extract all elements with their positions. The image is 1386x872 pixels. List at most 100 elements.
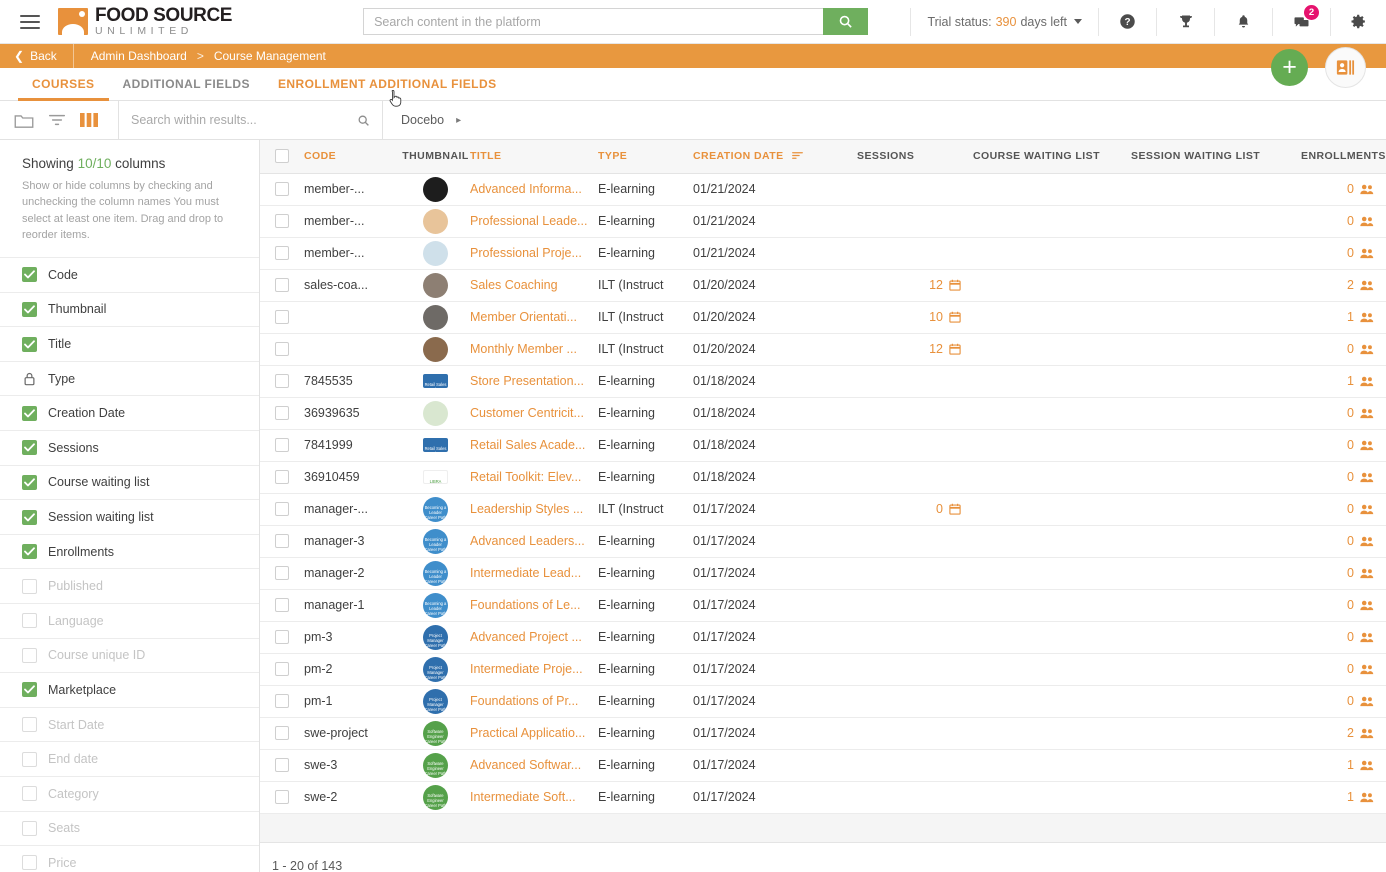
row-checkbox[interactable] xyxy=(275,790,289,805)
header-title[interactable]: TITLE xyxy=(470,140,598,174)
enrollments-value[interactable]: 2 xyxy=(1301,278,1374,292)
table-row[interactable]: 36910459 LIBRA Retail Toolkit: Elev... E-le… xyxy=(260,461,1386,494)
folder-breadcrumb[interactable]: Docebo ▸ xyxy=(383,113,461,127)
enrollments-value[interactable]: 0 xyxy=(1301,342,1374,356)
enrollments-value[interactable]: 0 xyxy=(1301,598,1374,612)
course-title-link[interactable]: Intermediate Proje... xyxy=(470,662,598,676)
course-card-view-button[interactable] xyxy=(1325,47,1366,88)
row-checkbox[interactable] xyxy=(275,342,289,357)
global-search-button[interactable] xyxy=(823,8,869,35)
course-title-link[interactable]: Practical Applicatio... xyxy=(470,726,598,740)
row-checkbox[interactable] xyxy=(275,758,289,773)
table-row[interactable]: Member Orientati... ILT (Instruct 01/20/20… xyxy=(260,301,1386,334)
table-row[interactable]: sales-coa... Sales Coaching ILT (Instruct 0… xyxy=(260,269,1386,302)
course-title-link[interactable]: Advanced Leaders... xyxy=(470,534,598,548)
enrollments-value[interactable]: 0 xyxy=(1301,502,1374,516)
row-checkbox[interactable] xyxy=(275,374,289,389)
breadcrumb-item-course-management[interactable]: Course Management xyxy=(214,49,326,63)
menu-toggle-icon[interactable] xyxy=(8,14,52,29)
course-title-link[interactable]: Advanced Softwar... xyxy=(470,758,598,772)
row-checkbox[interactable] xyxy=(275,726,289,741)
add-course-button[interactable]: + xyxy=(1271,49,1308,86)
column-toggle-title[interactable]: Title xyxy=(0,327,259,362)
filter-button[interactable] xyxy=(48,112,66,128)
enrollments-value[interactable]: 0 xyxy=(1301,214,1374,228)
table-row[interactable]: 36939635 Customer Centricit... E-learning 0… xyxy=(260,397,1386,430)
course-title-link[interactable]: Professional Leade... xyxy=(470,214,598,228)
column-toggle-course-waiting-list[interactable]: Course waiting list xyxy=(0,466,259,501)
header-code[interactable]: CODE xyxy=(304,140,401,174)
row-checkbox[interactable] xyxy=(275,214,289,229)
row-checkbox[interactable] xyxy=(275,310,289,325)
column-toggle-course-unique-id[interactable]: Course unique ID xyxy=(0,639,259,674)
enrollments-value[interactable]: 1 xyxy=(1301,310,1374,324)
sessions-value[interactable]: 12 xyxy=(857,342,961,356)
row-checkbox[interactable] xyxy=(275,406,289,421)
enrollments-value[interactable]: 0 xyxy=(1301,662,1374,676)
table-row[interactable]: pm-1 Project Manager Career Path Foundatio… xyxy=(260,685,1386,718)
enrollments-value[interactable]: 2 xyxy=(1301,726,1374,740)
row-checkbox[interactable] xyxy=(275,630,289,645)
column-toggle-seats[interactable]: Seats xyxy=(0,812,259,847)
course-title-link[interactable]: Professional Proje... xyxy=(470,246,598,260)
header-creation-date[interactable]: CREATION DATE xyxy=(693,140,857,174)
column-toggle-marketplace[interactable]: Marketplace xyxy=(0,673,259,708)
breadcrumb-item-admin-dashboard[interactable]: Admin Dashboard xyxy=(91,49,187,63)
enrollments-value[interactable]: 0 xyxy=(1301,534,1374,548)
back-button[interactable]: ❮ Back xyxy=(0,44,74,68)
column-toggle-end-date[interactable]: End date xyxy=(0,742,259,777)
enrollments-value[interactable]: 0 xyxy=(1301,470,1374,484)
folder-button[interactable] xyxy=(14,112,34,129)
enrollments-value[interactable]: 1 xyxy=(1301,790,1374,804)
table-row[interactable]: manager-3 Becoming a Leader Career Path Ad… xyxy=(260,525,1386,558)
table-row[interactable]: pm-2 Project Manager Career Path Intermedi… xyxy=(260,653,1386,686)
enrollments-value[interactable]: 1 xyxy=(1301,374,1374,388)
settings-button[interactable] xyxy=(1330,7,1386,36)
enrollments-value[interactable]: 0 xyxy=(1301,246,1374,260)
course-title-link[interactable]: Advanced Project ... xyxy=(470,630,598,644)
app-logo[interactable]: FOOD SOURCE UNLIMITED xyxy=(58,6,232,37)
table-row[interactable]: manager-1 Becoming a Leader Career Path Fo… xyxy=(260,589,1386,622)
course-title-link[interactable]: Store Presentation... xyxy=(470,374,598,388)
column-toggle-category[interactable]: Category xyxy=(0,777,259,812)
course-title-link[interactable]: Sales Coaching xyxy=(470,278,598,292)
search-icon[interactable] xyxy=(357,114,370,127)
table-row[interactable]: swe-3 Software Engineer Career Path Advanc… xyxy=(260,749,1386,782)
column-toggle-session-waiting-list[interactable]: Session waiting list xyxy=(0,500,259,535)
columns-button[interactable] xyxy=(80,113,98,127)
course-title-link[interactable]: Intermediate Soft... xyxy=(470,790,598,804)
table-row[interactable]: manager-... Becoming a Leader Career Path… xyxy=(260,493,1386,526)
enrollments-value[interactable]: 0 xyxy=(1301,694,1374,708)
table-row[interactable]: manager-2 Becoming a Leader Career Path In… xyxy=(260,557,1386,590)
row-checkbox[interactable] xyxy=(275,438,289,453)
table-row[interactable]: pm-3 Project Manager Career Path Advanced … xyxy=(260,621,1386,654)
enrollments-value[interactable]: 0 xyxy=(1301,630,1374,644)
enrollments-value[interactable]: 1 xyxy=(1301,758,1374,772)
column-toggle-sessions[interactable]: Sessions xyxy=(0,431,259,466)
table-row[interactable]: swe-2 Software Engineer Career Path Interm… xyxy=(260,781,1386,814)
notifications-button[interactable] xyxy=(1214,7,1272,36)
row-checkbox[interactable] xyxy=(275,662,289,677)
column-toggle-enrollments[interactable]: Enrollments xyxy=(0,535,259,570)
tab-enrollment-additional-fields[interactable]: ENROLLMENT ADDITIONAL FIELDS xyxy=(264,77,511,100)
enrollments-value[interactable]: 0 xyxy=(1301,566,1374,580)
results-search-input[interactable] xyxy=(131,113,357,127)
row-checkbox[interactable] xyxy=(275,534,289,549)
course-title-link[interactable]: Leadership Styles ... xyxy=(470,502,598,516)
row-checkbox[interactable] xyxy=(275,246,289,261)
row-checkbox[interactable] xyxy=(275,182,289,197)
course-title-link[interactable]: Retail Sales Acade... xyxy=(470,438,598,452)
row-checkbox[interactable] xyxy=(275,694,289,709)
table-row[interactable]: swe-project Software Engineer Career Path… xyxy=(260,717,1386,750)
enrollments-value[interactable]: 0 xyxy=(1301,438,1374,452)
course-title-link[interactable]: Monthly Member ... xyxy=(470,342,598,356)
table-row[interactable]: member-... Advanced Informa... E-learning 0… xyxy=(260,173,1386,206)
course-title-link[interactable]: Foundations of Le... xyxy=(470,598,598,612)
course-title-link[interactable]: Customer Centricit... xyxy=(470,406,598,420)
course-title-link[interactable]: Member Orientati... xyxy=(470,310,598,324)
table-row[interactable]: Monthly Member ... ILT (Instruct 01/20/202… xyxy=(260,333,1386,366)
table-row[interactable]: 7845535 Retail Sales Academy Store Present… xyxy=(260,365,1386,398)
help-button[interactable]: ? xyxy=(1098,7,1156,36)
row-checkbox[interactable] xyxy=(275,502,289,517)
course-title-link[interactable]: Intermediate Lead... xyxy=(470,566,598,580)
